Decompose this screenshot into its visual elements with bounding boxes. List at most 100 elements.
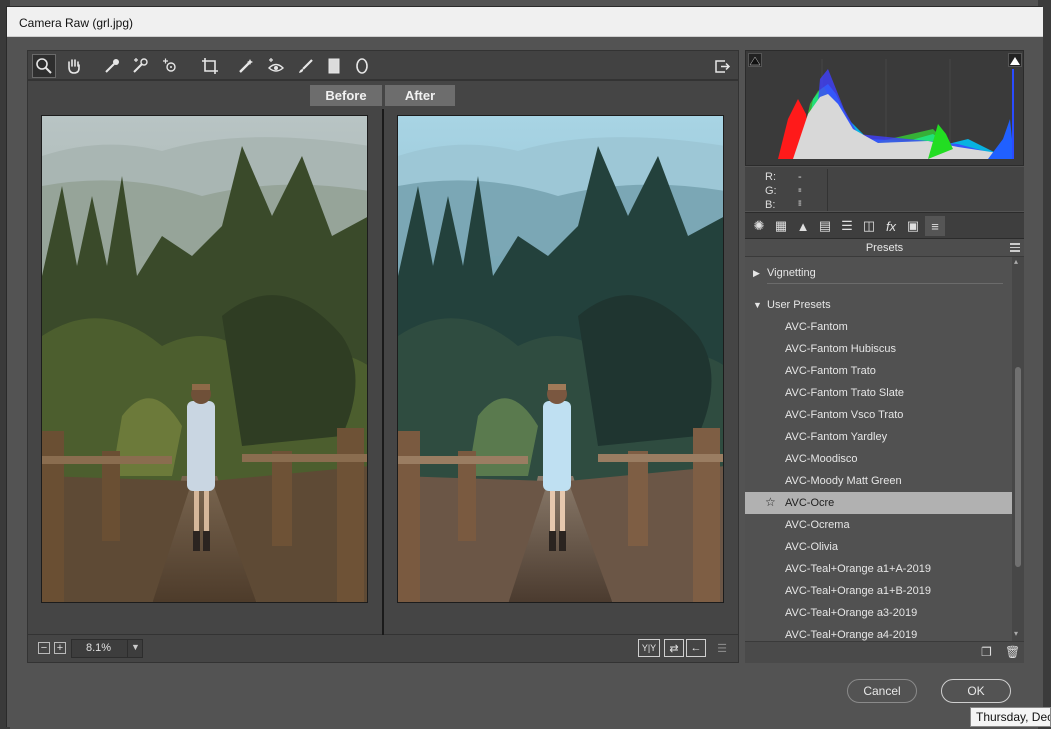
spot-removal-tool-icon[interactable] xyxy=(234,54,258,78)
preset-item-selected[interactable]: ☆ AVC-Ocre xyxy=(745,492,1012,514)
presets-panel-header: Presets xyxy=(745,239,1024,257)
adjustment-brush-tool-icon[interactable] xyxy=(294,54,318,78)
before-label: Before xyxy=(310,85,382,106)
ok-button[interactable]: OK xyxy=(941,679,1011,703)
preset-label: AVC-Fantom Hubiscus xyxy=(785,343,897,355)
preset-item[interactable]: AVC-Fantom Trato xyxy=(745,360,1012,382)
camera-calibration-tab-icon[interactable]: ▣ xyxy=(903,216,923,236)
crop-tool-icon[interactable] xyxy=(198,54,222,78)
basic-tab-icon[interactable]: ✺ xyxy=(749,216,769,236)
rgb-readout: R:--- G:--- B:--- xyxy=(745,167,1024,235)
g-label: G: xyxy=(765,185,777,197)
preset-label: AVC-Fantom Trato Slate xyxy=(785,387,905,399)
preset-item[interactable]: AVC-Teal+Orange a1+A-2019 xyxy=(745,558,1012,580)
preset-label: AVC-Fantom Vsco Trato xyxy=(785,409,904,421)
preset-item[interactable]: AVC-Moody Matt Green xyxy=(745,470,1012,492)
preset-item[interactable]: AVC-Fantom Vsco Trato xyxy=(745,404,1012,426)
split-toning-tab-icon[interactable]: ☰ xyxy=(837,216,857,236)
preset-item[interactable]: AVC-Ocrema xyxy=(745,514,1012,536)
preset-label: AVC-Moodisco xyxy=(785,453,858,465)
preset-item[interactable]: AVC-Fantom xyxy=(745,316,1012,338)
scroll-up-icon[interactable]: ▴ xyxy=(1014,257,1018,266)
new-preset-icon[interactable]: ❐ xyxy=(981,645,995,659)
tone-curve-tab-icon[interactable]: ▦ xyxy=(771,216,791,236)
zoom-out-button[interactable]: − xyxy=(38,642,50,654)
lens-corrections-tab-icon[interactable]: ◫ xyxy=(859,216,879,236)
delete-preset-icon[interactable]: 🗑 xyxy=(1005,645,1020,659)
preset-item[interactable]: AVC-Moodisco xyxy=(745,448,1012,470)
r-label: R: xyxy=(765,171,776,183)
open-preferences-icon[interactable] xyxy=(710,54,734,78)
preset-label: AVC-Fantom xyxy=(785,321,848,333)
preset-label: AVC-Olivia xyxy=(785,541,838,553)
preview-area[interactable]: Before After xyxy=(27,80,739,636)
preset-item[interactable]: AVC-Fantom Trato Slate xyxy=(745,382,1012,404)
group-label: User Presets xyxy=(767,299,831,311)
zoom-in-button[interactable]: + xyxy=(54,642,66,654)
b-label: B: xyxy=(765,199,776,211)
after-label: After xyxy=(385,85,455,106)
title-bar[interactable]: Camera Raw (grl.jpg) xyxy=(7,7,1043,37)
preset-item[interactable]: AVC-Teal+Orange a3-2019 xyxy=(745,602,1012,624)
group-user-presets[interactable]: ▼ User Presets xyxy=(745,295,1012,317)
preset-item[interactable]: AVC-Fantom Hubiscus xyxy=(745,338,1012,360)
zoom-tool-icon[interactable] xyxy=(32,54,56,78)
dialog-body: Before After − + 8.1% ▼ Y|Y ⇄ ← ☰ R: ---… xyxy=(7,37,1043,727)
presets-footer: ❐ 🗑 xyxy=(745,641,1024,663)
red-eye-tool-icon[interactable] xyxy=(264,54,288,78)
hsl-tab-icon[interactable]: ▤ xyxy=(815,216,835,236)
preset-item[interactable]: AVC-Olivia xyxy=(745,536,1012,558)
favorite-star-icon[interactable]: ☆ xyxy=(765,495,776,509)
cancel-button[interactable]: Cancel xyxy=(847,679,917,703)
group-divider xyxy=(767,283,1003,284)
detail-tab-icon[interactable]: ▲ xyxy=(793,216,813,236)
graduated-filter-tool-icon[interactable] xyxy=(322,54,346,78)
scroll-down-icon[interactable]: ▾ xyxy=(1014,629,1018,638)
toolbar xyxy=(27,50,739,80)
white-balance-tool-icon[interactable] xyxy=(100,54,124,78)
histogram-panel xyxy=(745,50,1024,166)
effects-tab-icon[interactable]: fx xyxy=(881,216,901,236)
before-photo[interactable] xyxy=(41,115,368,603)
copy-settings-icon[interactable]: ← xyxy=(686,639,706,657)
before-after-divider xyxy=(382,109,384,636)
presets-menu-icon[interactable] xyxy=(1010,243,1020,252)
presets-scrollbar[interactable]: ▴ ▾ xyxy=(1012,257,1024,641)
after-photo[interactable] xyxy=(397,115,724,603)
preset-item[interactable]: AVC-Fantom Yardley xyxy=(745,426,1012,448)
after-photo-image xyxy=(398,116,723,602)
collapsed-arrow-icon: ▶ xyxy=(753,268,760,278)
presets-tab-icon[interactable]: ≡ xyxy=(925,216,945,236)
before-after-view-button[interactable]: Y|Y xyxy=(638,639,660,657)
preset-label: AVC-Fantom Yardley xyxy=(785,431,888,443)
preset-label: AVC-Teal+Orange a1+A-2019 xyxy=(785,563,931,575)
preset-label: AVC-Ocre xyxy=(785,497,835,509)
panel-tab-bar: ✺ ▦ ▲ ▤ ☰ ◫ fx ▣ ≡ xyxy=(745,212,1024,239)
color-sampler-tool-icon[interactable] xyxy=(128,54,152,78)
clock-tooltip: Thursday, Dec xyxy=(970,707,1051,727)
preset-label: AVC-Moody Matt Green xyxy=(785,475,902,487)
preset-label: AVC-Teal+Orange a3-2019 xyxy=(785,607,918,619)
window-title: Camera Raw (grl.jpg) xyxy=(19,16,134,30)
scrollbar-thumb[interactable] xyxy=(1015,367,1021,567)
preset-item[interactable]: AVC-Teal+Orange a4-2019 xyxy=(745,624,1012,641)
preset-label: AVC-Teal+Orange a1+B-2019 xyxy=(785,585,931,597)
preset-item[interactable]: AVC-Teal+Orange a1+B-2019 xyxy=(745,580,1012,602)
presets-title: Presets xyxy=(865,242,904,254)
preset-label: AVC-Fantom Trato xyxy=(785,365,876,377)
zoom-dropdown-icon[interactable]: ▼ xyxy=(127,639,143,658)
histogram-graph xyxy=(778,59,1014,159)
targeted-adjustment-tool-icon[interactable] xyxy=(158,54,182,78)
expanded-arrow-icon: ▼ xyxy=(753,300,762,310)
before-photo-image xyxy=(42,116,367,602)
presets-list[interactable]: ▶ Vignetting ▼ User Presets AVC-Fantom A… xyxy=(745,257,1024,641)
preview-status-bar: − + 8.1% ▼ Y|Y ⇄ ← ☰ xyxy=(27,635,739,663)
swap-settings-icon[interactable]: ⇄ xyxy=(664,639,684,657)
camera-raw-dialog: Camera Raw (grl.jpg) Before After − + 8.… xyxy=(6,6,1043,727)
hand-tool-icon[interactable] xyxy=(62,54,86,78)
toggle-settings-icon[interactable]: ☰ xyxy=(712,639,732,657)
radial-filter-tool-icon[interactable] xyxy=(350,54,374,78)
group-label: Vignetting xyxy=(767,267,816,279)
readout-separator xyxy=(827,169,828,211)
group-vignetting[interactable]: ▶ Vignetting xyxy=(745,263,1012,285)
